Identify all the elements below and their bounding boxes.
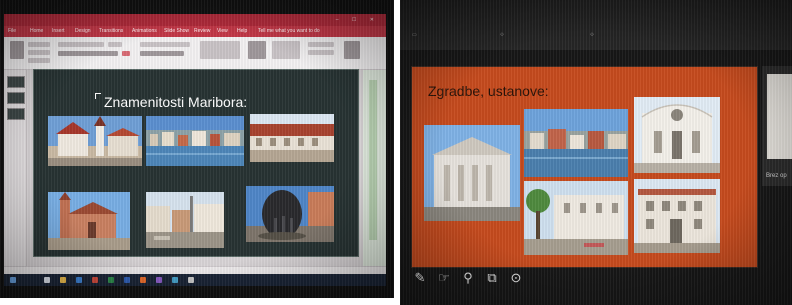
see-all-slides-icon[interactable]: ⧉ [484,270,500,286]
photo-street-view [146,192,224,248]
photo-drava-river [146,116,244,166]
paste-button-icon[interactable] [10,41,24,59]
slide-title: Znamenitosti Maribora: [104,94,248,110]
quick-styles-button[interactable] [272,41,300,59]
edge-icon[interactable] [76,277,82,283]
photo-powerpoint-edit-view: – ☐ ✕ File Home Insert Design Transition… [0,0,394,298]
menu-view[interactable]: View [217,26,228,37]
app-taskbar-icon[interactable] [188,277,194,283]
text-cursor-mark [95,93,101,99]
find-button[interactable] [308,42,334,47]
menu-slide-show[interactable]: Slide Show [164,26,189,37]
presenter-menu-item[interactable]: ⟐ [590,32,594,38]
menu-file[interactable]: File [8,26,16,37]
window-titlebar: – ☐ ✕ [4,14,386,26]
presenter-menu-item[interactable]: ▭ [412,32,417,38]
replace-button[interactable] [308,50,334,55]
ribbon-tabs: File Home Insert Design Transitions Anim… [4,26,386,37]
photo-presenter-view: ▭ ⟐ ⟐ Zgradbe, ustanove: Brez op ✎ ☞ ⚲ ⧉… [400,0,792,305]
window-controls[interactable]: – ☐ ✕ [336,14,380,26]
laser-pointer-icon[interactable]: ☞ [436,270,452,286]
menu-insert[interactable]: Insert [52,26,65,37]
windows-taskbar [4,274,386,286]
menu-transitions[interactable]: Transitions [99,26,123,37]
menu-home[interactable]: Home [30,26,43,37]
app-taskbar-icon[interactable] [172,277,178,283]
menu-animations[interactable]: Animations [132,26,157,37]
pen-icon[interactable]: ✎ [412,270,428,286]
font-color-icon[interactable] [122,51,130,56]
ribbon-toolbar [4,37,386,70]
slide-thumbnails-pane [4,70,27,266]
ribbon-control[interactable] [28,58,50,63]
photo-town-hall [634,179,720,253]
teams-taskbar-icon[interactable] [156,277,162,283]
speaker-notes-label: Brez op [766,173,787,179]
search-icon[interactable] [44,277,50,283]
photo-main-square [250,114,334,162]
excel-taskbar-icon[interactable] [108,277,114,283]
alignment-buttons[interactable] [140,51,184,56]
photo-cathedral [48,192,130,250]
dictate-button-icon[interactable] [344,41,360,59]
menu-design[interactable]: Design [75,26,91,37]
powerpoint-taskbar-icon[interactable] [92,277,98,283]
presenter-toolbar: ✎ ☞ ⚲ ⧉ ⊙ [412,270,552,290]
slide-znamenitosti: Znamenitosti Maribora: [34,70,358,256]
file-explorer-icon[interactable] [60,277,66,283]
screen-photos: – ☐ ✕ File Home Insert Design Transition… [0,0,792,305]
tell-me-search[interactable]: Tell me what you want to do [258,26,320,37]
font-size-box[interactable] [108,42,122,47]
slide-thumbnail[interactable] [7,92,25,104]
paragraph-buttons[interactable] [140,42,190,47]
photo-old-town-church [48,116,142,166]
start-icon[interactable] [10,277,16,283]
word-taskbar-icon[interactable] [124,277,130,283]
photo-riverside-panorama [524,109,628,177]
slide-title: Zgradbe, ustanove: [428,83,549,99]
menu-review[interactable]: Review [194,26,210,37]
arrange-button-icon[interactable] [248,41,266,59]
photo-plague-column-fountain [246,186,334,242]
vertical-scrollbar[interactable] [363,70,386,266]
slide-thumbnail[interactable] [7,76,25,88]
font-name-box[interactable] [58,42,104,47]
current-slide-zgradbe: Zgradbe, ustanove: [412,67,757,267]
next-slide-preview[interactable] [767,74,792,159]
more-options-icon[interactable]: ⊙ [508,270,524,286]
presenter-topbar: ▭ ⟐ ⟐ [400,0,792,50]
photo-synagogue [634,97,720,173]
slide-thumbnail[interactable] [7,108,25,120]
app-taskbar-icon[interactable] [140,277,146,283]
photo-theatre-building [424,125,520,221]
photo-square-with-trees [524,181,628,255]
menu-help[interactable]: Help [237,26,247,37]
presenter-menu-item[interactable]: ⟐ [500,32,504,38]
shapes-gallery[interactable] [200,41,240,59]
font-format-buttons[interactable] [58,51,118,56]
zoom-icon[interactable]: ⚲ [460,270,476,286]
ribbon-control[interactable] [28,42,50,47]
ribbon-control[interactable] [28,50,50,55]
